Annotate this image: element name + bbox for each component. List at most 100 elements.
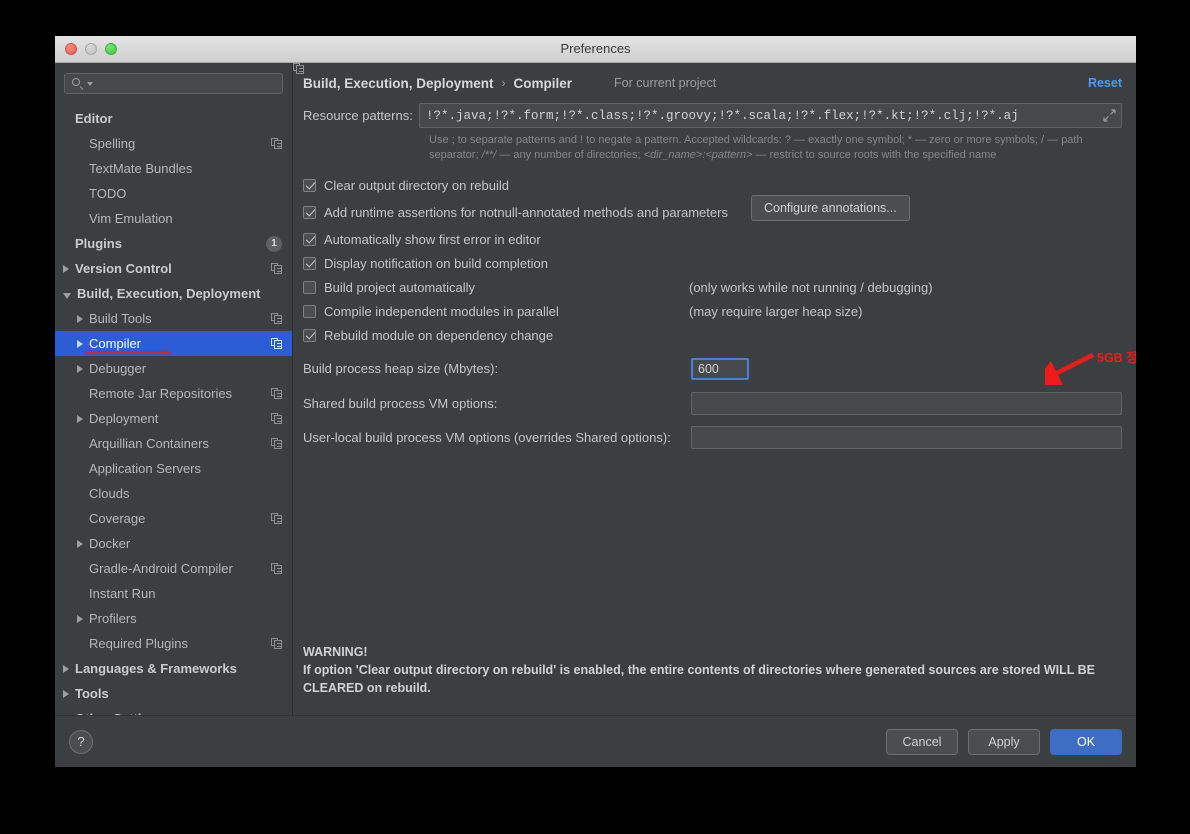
chevron-right-icon[interactable] — [77, 314, 83, 323]
for-current-project-text: For current project — [614, 76, 717, 90]
checkbox-clear-output-directory-on-rebuild[interactable] — [303, 178, 316, 192]
sidebar-item-label: Required Plugins — [89, 636, 189, 652]
sidebar-item-plugins[interactable]: Plugins 1 — [55, 231, 292, 256]
plugins-count-badge: 1 — [266, 235, 282, 252]
window-body: Editor Spelling TextMate Bundles TODO Vim Em… — [55, 63, 1136, 715]
resource-patterns-field[interactable] — [419, 103, 1122, 128]
chevron-right-icon[interactable] — [77, 364, 83, 373]
sidebar-item-label: Docker — [89, 536, 131, 552]
chevron-right-icon[interactable] — [63, 264, 69, 273]
expand-icon[interactable] — [1103, 109, 1116, 122]
checkbox-compile-independent-modules-in-parallel[interactable] — [303, 304, 316, 318]
sidebar-item-textmate-bundles[interactable]: TextMate Bundles — [55, 156, 292, 181]
chevron-right-icon[interactable] — [77, 614, 83, 623]
apply-button[interactable]: Apply — [968, 728, 1040, 755]
user-vm-input[interactable] — [691, 426, 1122, 449]
compiler-annotation-underline — [85, 351, 171, 355]
hint-line-2: separator; /**/ — any number of director… — [429, 148, 1119, 163]
shared-vm-input[interactable] — [691, 392, 1122, 415]
chevron-right-icon[interactable] — [77, 414, 83, 423]
option-row[interactable]: Clear output directory on rebuild — [303, 173, 1122, 197]
checkbox-display-notification-on-build-completion[interactable] — [303, 256, 316, 270]
copy-settings-icon — [271, 263, 282, 275]
resource-patterns-input[interactable] — [420, 108, 1121, 123]
heap-size-input[interactable] — [691, 357, 749, 380]
option-row[interactable]: Display notification on build completion — [303, 251, 1122, 275]
search-box[interactable] — [64, 73, 283, 95]
hint-line-2-mid: — any number of directories; — [496, 149, 644, 161]
copy-settings-icon — [271, 638, 282, 650]
sidebar-item-debugger[interactable]: Debugger — [55, 356, 292, 381]
sidebar-item-deployment[interactable]: Deployment — [55, 406, 292, 431]
checkbox-build-project-automatically[interactable] — [303, 280, 316, 294]
chevron-right-icon[interactable] — [77, 539, 83, 548]
help-button[interactable]: ? — [69, 729, 93, 754]
heap-annotation: 5GB 정도는 되어야 — [1032, 347, 1136, 396]
sidebar-item-version-control[interactable]: Version Control — [55, 256, 292, 281]
resource-patterns-label: Resource patterns: — [303, 108, 413, 123]
cancel-button[interactable]: Cancel — [886, 728, 958, 755]
chevron-right-icon[interactable] — [63, 664, 69, 673]
sidebar-item-build-tools[interactable]: Build Tools — [55, 306, 292, 331]
sidebar-item-compiler[interactable]: Compiler — [55, 331, 292, 357]
sidebar-item-arquillian-containers[interactable]: Arquillian Containers — [55, 431, 292, 456]
compiler-settings-panel: Build, Execution, Deployment › Compiler … — [293, 63, 1136, 715]
copy-settings-icon — [271, 513, 282, 525]
sidebar-item-label: Application Servers — [89, 461, 201, 477]
sidebar-item-tools[interactable]: Tools — [55, 681, 292, 706]
option-row[interactable]: Compile independent modules in parallel (… — [303, 299, 1122, 323]
sidebar-item-label: Spelling — [89, 136, 136, 152]
sidebar-item-profilers[interactable]: Profilers — [55, 606, 292, 631]
option-row[interactable]: Build project automatically (only works w… — [303, 275, 1122, 299]
checkbox-add-runtime-assertions-for-notnull-annotated-methods-and-parameters[interactable] — [303, 205, 316, 219]
copy-settings-icon — [271, 338, 282, 350]
checkbox-rebuild-module-on-dependency-change[interactable] — [303, 328, 316, 342]
sidebar-item-remote-jar-repositories[interactable]: Remote Jar Repositories — [55, 381, 292, 406]
sidebar-item-label: Arquillian Containers — [89, 436, 209, 452]
dialog-footer: ? Cancel Apply OK — [55, 715, 1136, 767]
sidebar-item-application-servers[interactable]: Application Servers — [55, 456, 292, 481]
sidebar-item-required-plugins[interactable]: Required Plugins — [55, 631, 292, 656]
reset-link[interactable]: Reset — [1088, 76, 1122, 90]
heap-annotation-text: 5GB 정도는 되어야 — [1097, 351, 1136, 365]
compiler-options-list: Clear output directory on rebuild Add run… — [303, 173, 1122, 347]
sidebar-item-todo[interactable]: TODO — [55, 181, 292, 206]
sidebar-item-label: TextMate Bundles — [89, 161, 193, 177]
copy-settings-icon — [271, 388, 282, 400]
sidebar-item-clouds[interactable]: Clouds — [55, 481, 292, 506]
sidebar-item-label: Gradle-Android Compiler — [89, 561, 233, 577]
option-label: Rebuild module on dependency change — [324, 327, 554, 343]
sidebar-item-label: Instant Run — [89, 586, 156, 602]
sidebar-item-label: Compiler — [89, 336, 142, 352]
checkbox-automatically-show-first-error-in-editor[interactable] — [303, 232, 316, 246]
settings-tree: Editor Spelling TextMate Bundles TODO Vim Em… — [55, 104, 292, 715]
sidebar-item-label: Profilers — [89, 611, 137, 627]
breadcrumb-root[interactable]: Build, Execution, Deployment — [303, 76, 494, 91]
sidebar-item-docker[interactable]: Docker — [55, 531, 292, 556]
chevron-right-icon[interactable] — [63, 689, 69, 698]
sidebar-item-build-execution-deployment[interactable]: Build, Execution, Deployment — [55, 281, 292, 306]
option-row[interactable]: Rebuild module on dependency change — [303, 323, 1122, 347]
sidebar-item-gradle-android-compiler[interactable]: Gradle-Android Compiler — [55, 556, 292, 581]
ok-button[interactable]: OK — [1050, 728, 1122, 755]
hint-line-1: Use ; to separate patterns and ! to nega… — [429, 134, 1083, 146]
sidebar-item-label: Deployment — [89, 411, 159, 427]
sidebar-item-other-settings[interactable]: Other Settings — [55, 706, 292, 715]
sidebar-item-vim-emulation[interactable]: Vim Emulation — [55, 206, 292, 231]
sidebar-item-instant-run[interactable]: Instant Run — [55, 581, 292, 606]
sidebar-item-languages-frameworks[interactable]: Languages & Frameworks — [55, 656, 292, 681]
chevron-down-icon[interactable] — [63, 292, 71, 299]
sidebar-item-editor[interactable]: Editor — [55, 106, 292, 131]
option-row[interactable]: Automatically show first error in editor — [303, 227, 1122, 251]
option-label: Compile independent modules in parallel — [324, 303, 559, 319]
search-input[interactable] — [93, 75, 276, 92]
warning-title: WARNING! — [303, 645, 368, 659]
option-row[interactable]: Add runtime assertions for notnull-annot… — [303, 195, 1122, 227]
shared-vm-label: Shared build process VM options: — [303, 396, 498, 411]
sidebar-item-label: Editor — [75, 111, 113, 127]
window-title: Preferences — [560, 41, 631, 56]
sidebar-item-spelling[interactable]: Spelling — [55, 131, 292, 156]
chevron-right-icon[interactable] — [77, 339, 83, 348]
configure-annotations-button[interactable]: Configure annotations... — [751, 195, 910, 221]
sidebar-item-coverage[interactable]: Coverage — [55, 506, 292, 531]
